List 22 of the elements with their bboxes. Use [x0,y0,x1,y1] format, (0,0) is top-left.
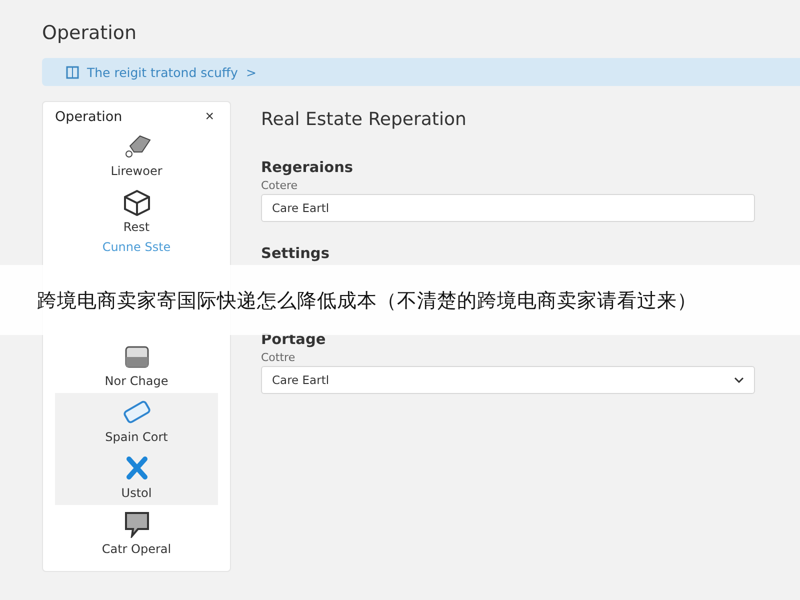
notice-text: The reigit tratond scuffy [87,64,238,80]
sidebar-item[interactable]: Lirewoer [55,127,218,183]
sidebar-item[interactable]: Nor Chage [55,337,218,393]
sidebar-item[interactable]: Spain Cort [55,393,218,449]
close-button[interactable]: × [201,108,218,125]
field-label: Cottre [261,351,296,364]
book-icon [66,66,79,78]
dropdown-field[interactable]: Care Eartl [261,366,755,394]
content-title: Real Estate Reperation [261,109,468,130]
sidebar-item[interactable]: Ustol [55,449,218,505]
section-heading: Portage [261,332,327,348]
section-heading: Regeraions [261,160,354,176]
chevron-down-icon [734,377,744,383]
text-field[interactable]: Care Eartl [261,194,755,222]
sidebar-item[interactable]: Catr Operal [55,505,218,561]
caption-text: 跨境电商卖家寄国际快递怎么降低成本（不清楚的跨境电商卖家请看过来） [37,288,697,314]
chevron-icon: > [246,64,256,80]
section-heading: Settings [261,246,330,262]
page-title: Operation [42,22,138,44]
field-label: Cotere [261,179,299,192]
sidebar-title: Operation [55,108,122,124]
sidebar-item[interactable]: Rest [55,183,218,239]
